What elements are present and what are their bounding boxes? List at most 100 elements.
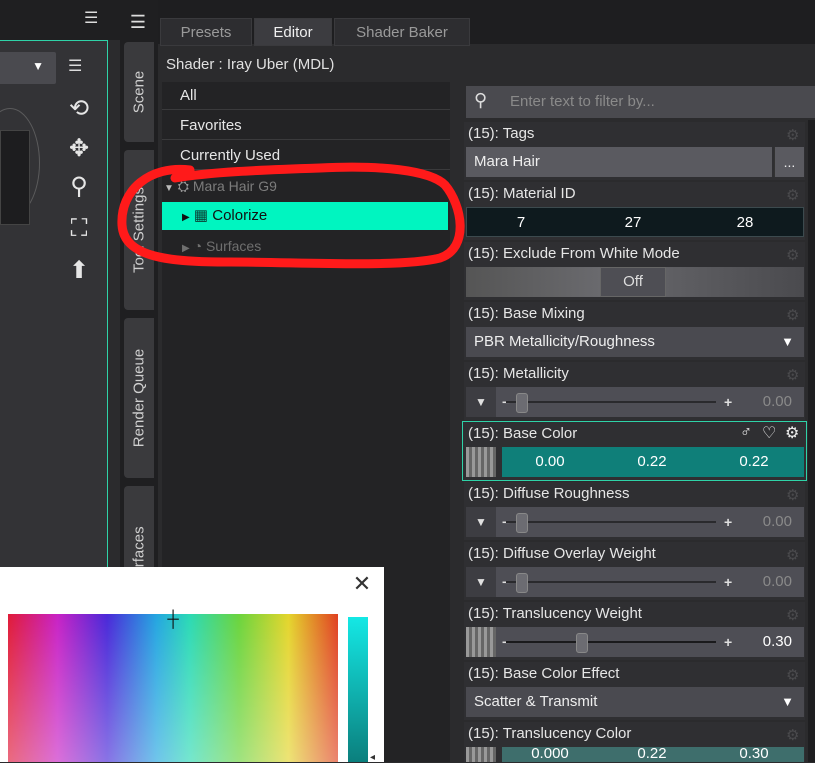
gear-icon[interactable]: ⚙	[786, 306, 802, 324]
expand-arrow-icon: ▼	[164, 183, 174, 194]
property-label: (15): Base Color Effect	[468, 665, 620, 682]
filter-input[interactable]: ⚲ Enter text to filter by...	[466, 86, 815, 118]
diffuse-roughness-slider[interactable]: ▼ − + 0.00	[466, 507, 804, 537]
value-b: 0.30	[739, 747, 769, 762]
scrollbar[interactable]	[808, 120, 815, 762]
gear-icon[interactable]: ⚙	[786, 606, 802, 624]
slider-thumb[interactable]	[516, 573, 528, 593]
base-color-effect-select[interactable]: Scatter & Transmit ▼	[466, 687, 804, 717]
chevron-down-icon[interactable]: ▼	[466, 387, 496, 417]
value-b: 28	[736, 214, 754, 231]
tab-presets[interactable]: Presets	[160, 18, 252, 46]
tree-item-favorites[interactable]: Favorites	[162, 112, 450, 140]
exclude-white-toggle[interactable]: Off	[466, 267, 804, 297]
chevron-down-icon: ▼	[781, 694, 794, 709]
base-mixing-select[interactable]: PBR Metallicity/Roughness ▼	[466, 327, 804, 357]
tree-item-currently-used[interactable]: Currently Used	[162, 142, 450, 170]
panel-menu-icon[interactable]: ☰	[124, 8, 152, 36]
chevron-down-icon: ▼	[32, 59, 44, 73]
expand-arrow-icon: ▶	[182, 243, 190, 254]
tags-field[interactable]: Mara Hair	[466, 147, 772, 177]
search-icon: ⚲	[474, 90, 488, 110]
viewport-menu-icon[interactable]: ☰	[84, 8, 108, 32]
property-label: (15): Translucency Weight	[468, 605, 642, 622]
property-label: (15): Exclude From White Mode	[468, 245, 680, 262]
favorite-icon[interactable]: ♡	[762, 423, 776, 443]
base-color-field[interactable]: 0.00 0.22 0.22	[502, 447, 804, 477]
slider-track	[506, 521, 716, 523]
translucency-color-field[interactable]: 0.000 0.22 0.30	[502, 747, 804, 762]
property-label: (15): Material ID	[468, 185, 576, 202]
toggle-value: Off	[600, 267, 666, 297]
tree-item-surfaces[interactable]: ▶ ◔ Surfaces	[182, 232, 442, 260]
texture-map-icon[interactable]	[466, 747, 496, 762]
plus-icon[interactable]: +	[724, 627, 732, 657]
tree-node-figure[interactable]: ▼ ⛭ Mara Hair G9	[164, 172, 444, 200]
value-b: 0.22	[739, 453, 769, 470]
viewport-object	[0, 130, 30, 225]
metallicity-slider[interactable]: ▼ − + 0.00	[466, 387, 804, 417]
value-r: 0.00	[535, 453, 565, 470]
crosshair-icon[interactable]: ┼	[165, 612, 181, 628]
slider-thumb[interactable]	[576, 633, 588, 653]
gear-icon[interactable]: ⚙	[785, 423, 799, 443]
link-icon[interactable]: ♂	[740, 424, 752, 442]
plus-icon[interactable]: +	[724, 387, 732, 417]
slider-value[interactable]: 0.00	[763, 387, 792, 417]
gear-icon[interactable]: ⚙	[786, 726, 802, 744]
value-g: 0.22	[637, 453, 667, 470]
tags-browse-button[interactable]: ...	[774, 147, 804, 177]
material-id-field[interactable]: 7 27 28	[466, 207, 804, 237]
slider-value[interactable]: 0.30	[763, 627, 792, 657]
texture-map-icon[interactable]	[466, 627, 496, 657]
orbit-icon[interactable]: ⟲	[62, 94, 96, 124]
strip-arrow-icon[interactable]: ◂	[370, 752, 375, 763]
gear-icon[interactable]: ⚙	[786, 246, 802, 264]
slider-track	[506, 641, 716, 643]
value-r: 7	[516, 214, 526, 231]
tree-item-all[interactable]: All	[162, 82, 450, 110]
diffuse-overlay-slider[interactable]: ▼ − + 0.00	[466, 567, 804, 597]
slider-thumb[interactable]	[516, 393, 528, 413]
slider-track	[506, 401, 716, 403]
shader-label: Shader : Iray Uber (MDL)	[158, 50, 815, 80]
chevron-down-icon[interactable]: ▼	[466, 507, 496, 537]
translucency-weight-slider[interactable]: − + 0.30	[466, 627, 804, 657]
tab-editor[interactable]: Editor	[254, 18, 332, 46]
tab-render-queue[interactable]: Render Queue	[124, 318, 154, 478]
viewport-camera-dropdown[interactable]: ▼	[0, 52, 56, 84]
gear-icon[interactable]: ⚙	[786, 366, 802, 384]
tree-node-label: Mara Hair G9	[192, 178, 277, 194]
surfaces-icon: ◔	[193, 238, 203, 254]
frame-icon[interactable]: ⛶	[62, 214, 96, 244]
tab-scene[interactable]: Scene	[124, 42, 154, 142]
zoom-icon[interactable]: ⚲	[62, 172, 96, 202]
texture-map-icon[interactable]	[466, 447, 496, 477]
tab-shader-baker[interactable]: Shader Baker	[334, 18, 470, 46]
tree-item-colorize[interactable]: ▶ ▦ Colorize	[162, 202, 448, 230]
tab-tool-settings[interactable]: Tool Settings	[124, 150, 154, 310]
slider-thumb[interactable]	[516, 513, 528, 533]
plus-icon[interactable]: +	[724, 567, 732, 597]
property-label: (15): Diffuse Overlay Weight	[468, 545, 656, 562]
value-r: 0.000	[531, 747, 569, 762]
color-spectrum[interactable]	[8, 614, 338, 762]
material-group-icon: ▦	[193, 207, 209, 224]
reset-view-icon[interactable]: ⬆	[62, 256, 96, 286]
slider-value[interactable]: 0.00	[763, 507, 792, 537]
brightness-strip[interactable]	[348, 617, 368, 762]
gear-icon[interactable]: ⚙	[786, 126, 802, 144]
chevron-down-icon[interactable]: ▼	[466, 567, 496, 597]
pan-icon[interactable]: ✥	[62, 134, 96, 164]
viewport-options-icon[interactable]: ☰	[68, 56, 92, 80]
gear-icon[interactable]: ⚙	[786, 666, 802, 684]
gear-icon[interactable]: ⚙	[786, 486, 802, 504]
slider-track	[506, 581, 716, 583]
property-label: (15): Translucency Color	[468, 725, 632, 742]
gear-icon[interactable]: ⚙	[786, 546, 802, 564]
close-icon[interactable]: ✕	[350, 572, 374, 596]
plus-icon[interactable]: +	[724, 507, 732, 537]
slider-value[interactable]: 0.00	[763, 567, 792, 597]
select-value: Scatter & Transmit	[474, 693, 598, 710]
gear-icon[interactable]: ⚙	[786, 186, 802, 204]
